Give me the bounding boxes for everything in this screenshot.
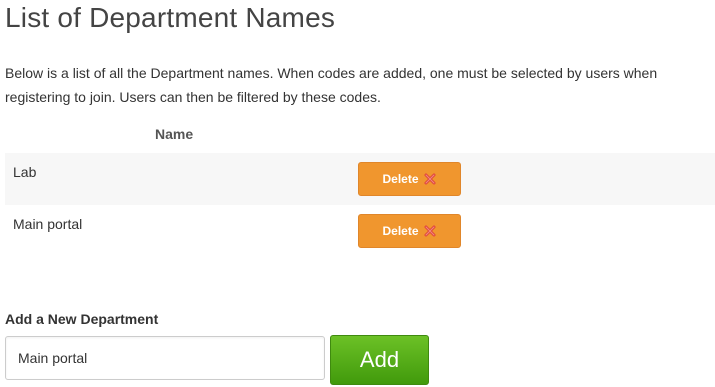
close-x-icon: [424, 173, 436, 185]
department-name: Lab: [13, 164, 37, 180]
name-column-header: Name: [155, 126, 194, 142]
delete-button-label: Delete: [382, 224, 419, 238]
delete-button-label: Delete: [382, 172, 419, 186]
page-description: Below is a list of all the Department na…: [5, 65, 658, 105]
add-button[interactable]: Add: [330, 335, 429, 385]
page-title: List of Department Names: [5, 2, 336, 33]
department-page: List of Department Names Below is a list…: [0, 0, 715, 387]
department-row-lab: Lab Delete: [5, 153, 715, 205]
delete-button[interactable]: Delete: [358, 214, 461, 248]
department-name-input[interactable]: [5, 336, 325, 380]
department-name: Main portal: [13, 216, 83, 232]
delete-button[interactable]: Delete: [358, 162, 461, 196]
close-x-icon: [424, 225, 436, 237]
add-department-heading: Add a New Department: [5, 311, 159, 327]
department-row-main-portal: Main portal Delete: [5, 205, 715, 257]
